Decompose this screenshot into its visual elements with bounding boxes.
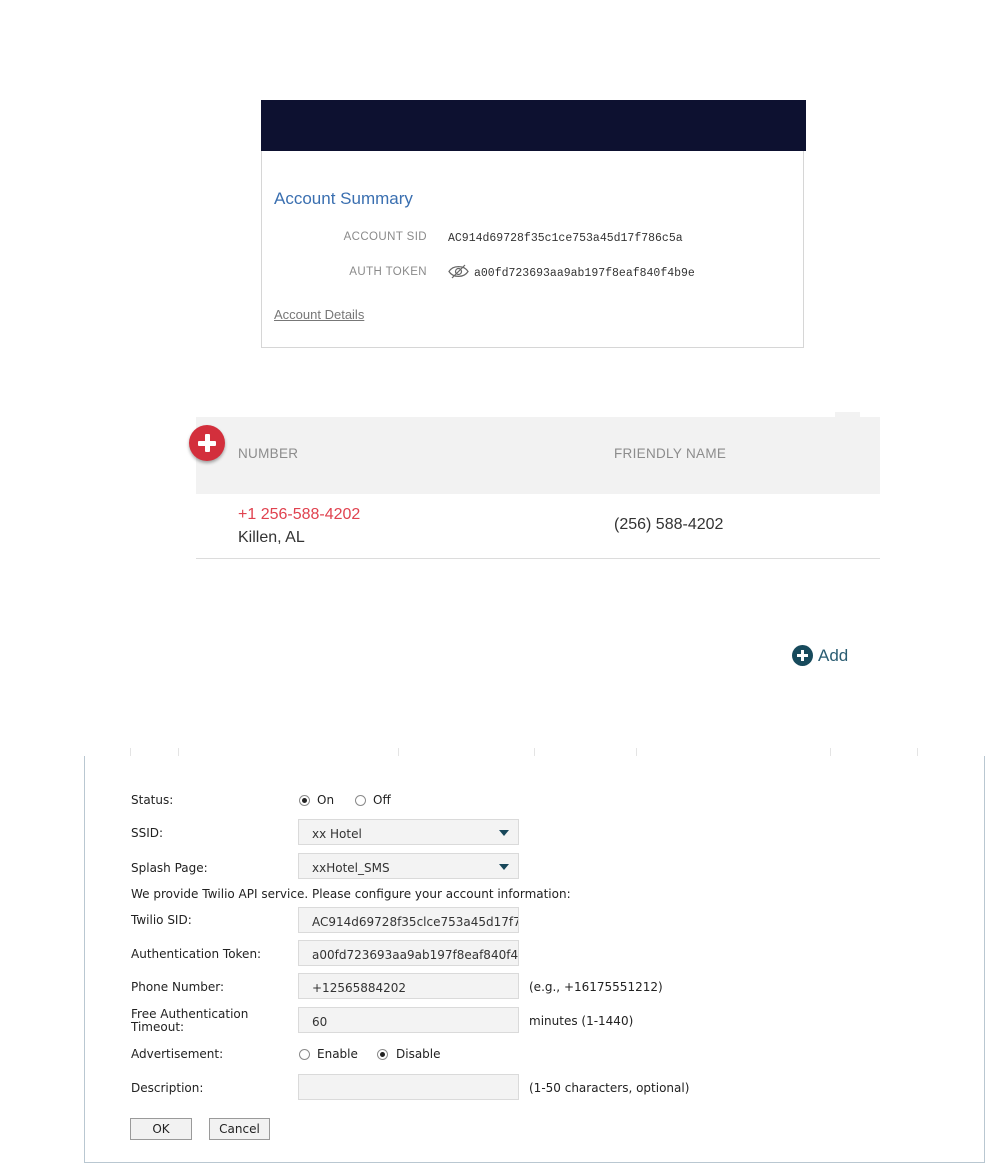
account-banner	[261, 100, 806, 151]
description-input[interactable]	[298, 1074, 519, 1100]
account-summary-card: Account Summary ACCOUNT SID AC914d69728f…	[261, 100, 806, 348]
chevron-down-icon	[499, 830, 509, 836]
ssid-selected-value: xx Hotel	[312, 827, 362, 841]
status-off-label[interactable]: Off	[373, 793, 391, 807]
phone-number-hint: (e.g., +16175551212)	[529, 980, 663, 994]
timeout-hint: minutes (1-1440)	[529, 1014, 634, 1028]
column-tick	[130, 748, 131, 756]
advertisement-enable-label[interactable]: Enable	[317, 1047, 358, 1061]
phone-number-label: Phone Number:	[131, 980, 225, 994]
twilio-sid-label: Twilio SID:	[131, 913, 192, 927]
ok-button[interactable]: OK	[130, 1118, 192, 1140]
description-label: Description:	[131, 1081, 204, 1095]
ssid-label: SSID:	[131, 826, 164, 840]
timeout-label-line1: Free Authentication	[131, 1007, 249, 1021]
twilio-info-note: We provide Twilio API service. Please co…	[131, 887, 571, 901]
cancel-button[interactable]: Cancel	[209, 1118, 270, 1140]
add-number-plus-icon[interactable]	[189, 425, 225, 461]
splash-page-select[interactable]: xxHotel_SMS	[298, 853, 519, 879]
account-sid-label: ACCOUNT SID	[343, 231, 427, 243]
auth-token-label: AUTH TOKEN	[349, 266, 427, 278]
advertisement-disable-radio[interactable]	[377, 1049, 388, 1060]
ssid-select[interactable]: xx Hotel	[298, 819, 519, 845]
chevron-down-icon	[499, 864, 509, 870]
phone-number-location: Killen, AL	[238, 529, 305, 546]
auth-token-field-label: Authentication Token:	[131, 947, 262, 961]
phone-friendly-name: (256) 588-4202	[614, 516, 724, 533]
account-details-link[interactable]: Account Details	[274, 307, 364, 322]
numbers-table-header	[196, 417, 880, 494]
status-off-radio[interactable]	[355, 795, 366, 806]
column-tick	[178, 748, 179, 756]
plus-circle-icon	[792, 645, 813, 666]
timeout-label-line2: Timeout:	[131, 1020, 185, 1034]
add-button-label: Add	[818, 646, 849, 665]
advertisement-disable-label[interactable]: Disable	[396, 1047, 441, 1061]
column-tick	[830, 748, 831, 756]
status-on-label[interactable]: On	[317, 793, 334, 807]
account-sid-value: AC914d69728f35c1ce753a45d17f786c5a	[448, 232, 683, 245]
splash-page-selected-value: xxHotel_SMS	[312, 861, 390, 875]
column-tick	[398, 748, 399, 756]
auth-token-value: a00fd723693aa9ab197f8eaf840f4b9e	[474, 267, 695, 280]
table-row-divider	[196, 558, 880, 559]
phone-number-input[interactable]: +12565884202	[298, 973, 519, 999]
account-summary-title: Account Summary	[274, 189, 413, 208]
phone-number-link[interactable]: +1 256-588-4202	[238, 506, 360, 524]
status-label: Status:	[131, 793, 174, 807]
eye-slash-icon[interactable]	[448, 263, 469, 280]
timeout-input[interactable]: 60	[298, 1007, 519, 1033]
advertisement-label: Advertisement:	[131, 1047, 224, 1061]
column-tick	[917, 748, 918, 756]
column-header-friendly-name[interactable]: FRIENDLY NAME	[614, 446, 726, 461]
status-on-radio[interactable]	[299, 795, 310, 806]
column-tick	[636, 748, 637, 756]
column-tick	[534, 748, 535, 756]
auth-token-input[interactable]: a00fd723693aa9ab197f8eaf840f4	[298, 940, 519, 966]
column-header-number[interactable]: NUMBER	[238, 446, 298, 461]
description-hint: (1-50 characters, optional)	[529, 1081, 690, 1095]
splash-page-label: Splash Page:	[131, 861, 208, 875]
twilio-sid-input[interactable]: AC914d69728f35clce753a45d17f7	[298, 907, 519, 933]
advertisement-enable-radio[interactable]	[299, 1049, 310, 1060]
